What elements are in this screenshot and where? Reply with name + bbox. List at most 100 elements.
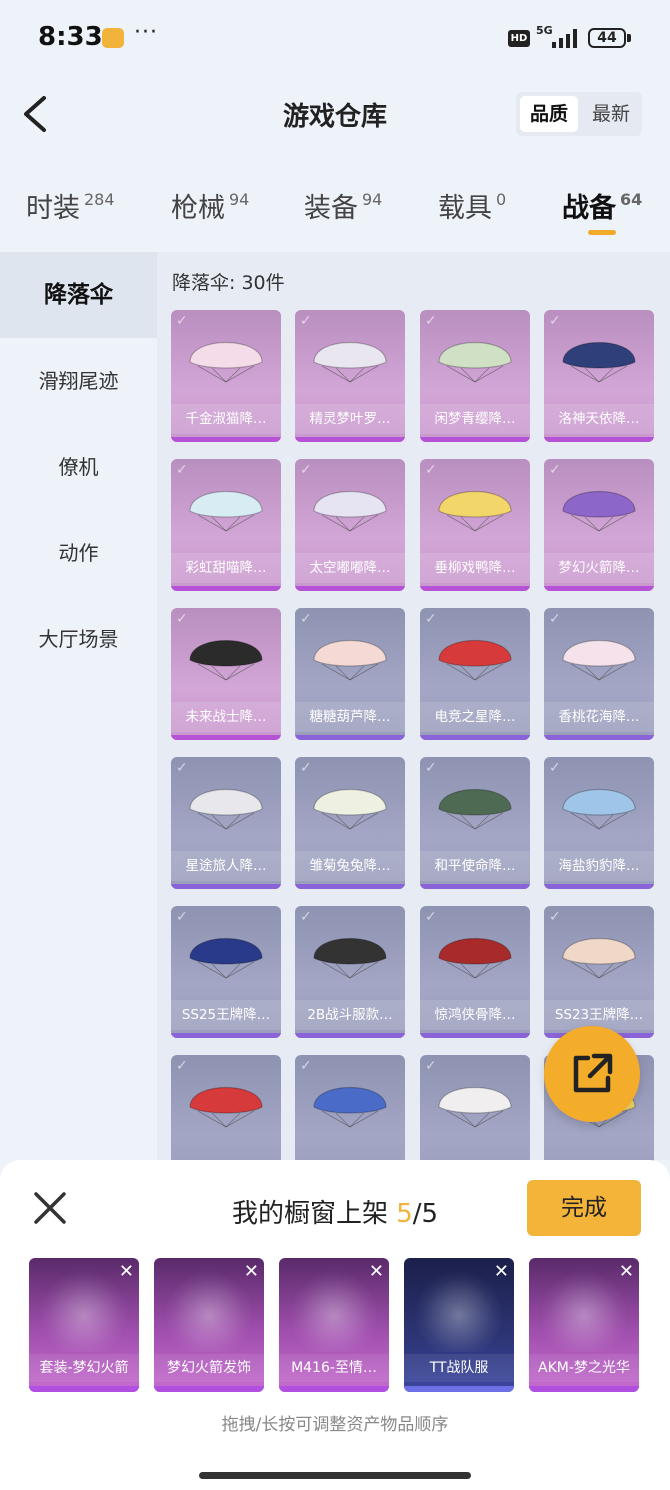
sidebar-item-emote[interactable]: 动作	[0, 510, 157, 596]
parachute-card[interactable]: ✓ 2B战斗服款…	[295, 906, 405, 1038]
tab-label: 时装	[26, 193, 80, 224]
tab-equipment[interactable]: 装备 94	[304, 186, 382, 225]
reorder-hint: 拖拽/长按可调整资产物品顺序	[221, 1415, 449, 1435]
home-indicator[interactable]	[199, 1472, 471, 1479]
parachute-card[interactable]: ✓ 香桃花海降…	[544, 608, 654, 740]
sidebar-item-lobby-scene[interactable]: 大厅场景	[0, 596, 157, 682]
showcase-item-name: TT战队服	[404, 1354, 514, 1382]
parachute-card[interactable]: ✓ 雏菊兔兔降…	[295, 757, 405, 889]
rarity-bar	[420, 735, 530, 740]
parachute-icon	[313, 341, 387, 383]
parachute-icon	[438, 1086, 512, 1128]
rarity-bar	[544, 437, 654, 442]
battery-tip	[627, 34, 631, 42]
showcase-slot[interactable]: ✕梦幻火箭发饰	[154, 1258, 264, 1392]
select-check-icon: ✓	[300, 909, 312, 925]
select-check-icon: ✓	[549, 909, 561, 925]
rarity-bar	[404, 1386, 514, 1392]
parachute-icon	[189, 341, 263, 383]
item-thumbnail	[289, 1270, 379, 1352]
parachute-card[interactable]: ✓ 电竞之星降…	[420, 608, 530, 740]
parachute-name: 香桃花海降…	[544, 702, 654, 732]
parachute-card[interactable]: ✓ 和平使命降…	[420, 757, 530, 889]
showcase-slot[interactable]: ✕套装-梦幻火箭	[29, 1258, 139, 1392]
parachute-icon	[189, 937, 263, 979]
tab-count: 94	[362, 190, 383, 209]
parachute-name: 精灵梦叶罗…	[295, 404, 405, 434]
parachute-name: 垂柳戏鸭降…	[420, 553, 530, 583]
rarity-bar	[154, 1386, 264, 1392]
tab-fashion[interactable]: 时装 284	[26, 186, 115, 225]
parachute-card[interactable]: ✓ 惊鸿侠骨降…	[420, 906, 530, 1038]
rarity-bar	[279, 1386, 389, 1392]
sidebar-item-wingman[interactable]: 僚机	[0, 424, 157, 510]
parachute-icon	[189, 639, 263, 681]
select-check-icon: ✓	[176, 611, 188, 627]
rarity-bar	[544, 884, 654, 889]
parachute-card[interactable]: ✓ 洛神天依降…	[544, 310, 654, 442]
parachute-card[interactable]: ✓ 闲梦青缨降…	[420, 310, 530, 442]
status-time: 8:33	[38, 22, 103, 52]
showcase-item-name: 套装-梦幻火箭	[29, 1354, 139, 1382]
parachute-name: 惊鸿侠骨降…	[420, 1000, 530, 1030]
showcase-slot[interactable]: ✕TT战队服	[404, 1258, 514, 1392]
parachute-card[interactable]: ✓ 海盐豹豹降…	[544, 757, 654, 889]
showcase-slot[interactable]: ✕AKM-梦之光华	[529, 1258, 639, 1392]
parachute-name: 梦幻火箭降…	[544, 553, 654, 583]
showcase-title-text: 我的橱窗上架	[231, 1199, 397, 1229]
sidebar-item-glide-trail[interactable]: 滑翔尾迹	[0, 338, 157, 424]
parachute-card[interactable]: ✓ 彩虹甜喵降…	[171, 459, 281, 591]
parachute-icon	[313, 490, 387, 532]
done-button[interactable]: 完成	[527, 1180, 641, 1236]
parachute-card[interactable]: ✓ SS25王牌降…	[171, 906, 281, 1038]
parachute-card[interactable]: ✓ 未来战士降…	[171, 608, 281, 740]
select-check-icon: ✓	[425, 313, 437, 329]
parachute-icon	[562, 341, 636, 383]
status-more-dots: ···	[134, 20, 158, 45]
select-check-icon: ✓	[425, 760, 437, 776]
parachute-card[interactable]: ✓ 糖糖葫芦降…	[295, 608, 405, 740]
showcase-total-count: 5	[421, 1199, 439, 1229]
sort-newest-button[interactable]: 最新	[582, 96, 640, 132]
parachute-card[interactable]: ✓ 梦幻火箭降…	[544, 459, 654, 591]
back-icon[interactable]	[18, 94, 58, 134]
tab-guns[interactable]: 枪械 94	[171, 186, 249, 225]
tab-label: 载具	[438, 193, 492, 224]
select-check-icon: ✓	[176, 1058, 188, 1074]
parachute-card[interactable]: ✓ 千金淑猫降…	[171, 310, 281, 442]
parachute-icon	[438, 341, 512, 383]
select-check-icon: ✓	[300, 1058, 312, 1074]
rarity-bar	[295, 1033, 405, 1038]
hd-icon: HD	[508, 30, 530, 47]
rarity-bar	[29, 1386, 139, 1392]
select-check-icon: ✓	[176, 313, 188, 329]
parachute-card[interactable]: ✓ 星途旅人降…	[171, 757, 281, 889]
rarity-bar	[420, 437, 530, 442]
rarity-bar	[295, 735, 405, 740]
parachute-card[interactable]: ✓ SS23王牌降…	[544, 906, 654, 1038]
select-check-icon: ✓	[549, 760, 561, 776]
item-thumbnail	[39, 1270, 129, 1352]
showcase-slot[interactable]: ✕M416-至情…	[279, 1258, 389, 1392]
share-export-icon	[573, 1053, 613, 1093]
showcase-current-count: 5	[396, 1199, 413, 1229]
item-thumbnail	[539, 1270, 629, 1352]
battery-icon: 44	[588, 28, 626, 48]
parachute-card[interactable]: ✓ 垂柳戏鸭降…	[420, 459, 530, 591]
parachute-name: 2B战斗服款…	[295, 1000, 405, 1030]
parachute-card[interactable]: ✓ 太空嘟嘟降…	[295, 459, 405, 591]
parachute-icon	[562, 937, 636, 979]
parachute-icon	[313, 788, 387, 830]
parachute-icon	[562, 490, 636, 532]
rarity-bar	[171, 437, 281, 442]
sort-quality-button[interactable]: 品质	[520, 96, 578, 132]
parachute-card[interactable]: ✓ 精灵梦叶罗…	[295, 310, 405, 442]
sidebar-item-parachute[interactable]: 降落伞	[0, 252, 157, 338]
select-check-icon: ✓	[549, 313, 561, 329]
parachute-icon	[189, 490, 263, 532]
share-fab[interactable]	[544, 1026, 640, 1122]
tab-label: 枪械	[171, 193, 225, 224]
tab-battle-prep[interactable]: 战备 64	[562, 186, 642, 225]
sidebar: 降落伞 滑翔尾迹 僚机 动作 大厅场景	[0, 252, 157, 1160]
tab-vehicles[interactable]: 载具 0	[438, 186, 506, 225]
